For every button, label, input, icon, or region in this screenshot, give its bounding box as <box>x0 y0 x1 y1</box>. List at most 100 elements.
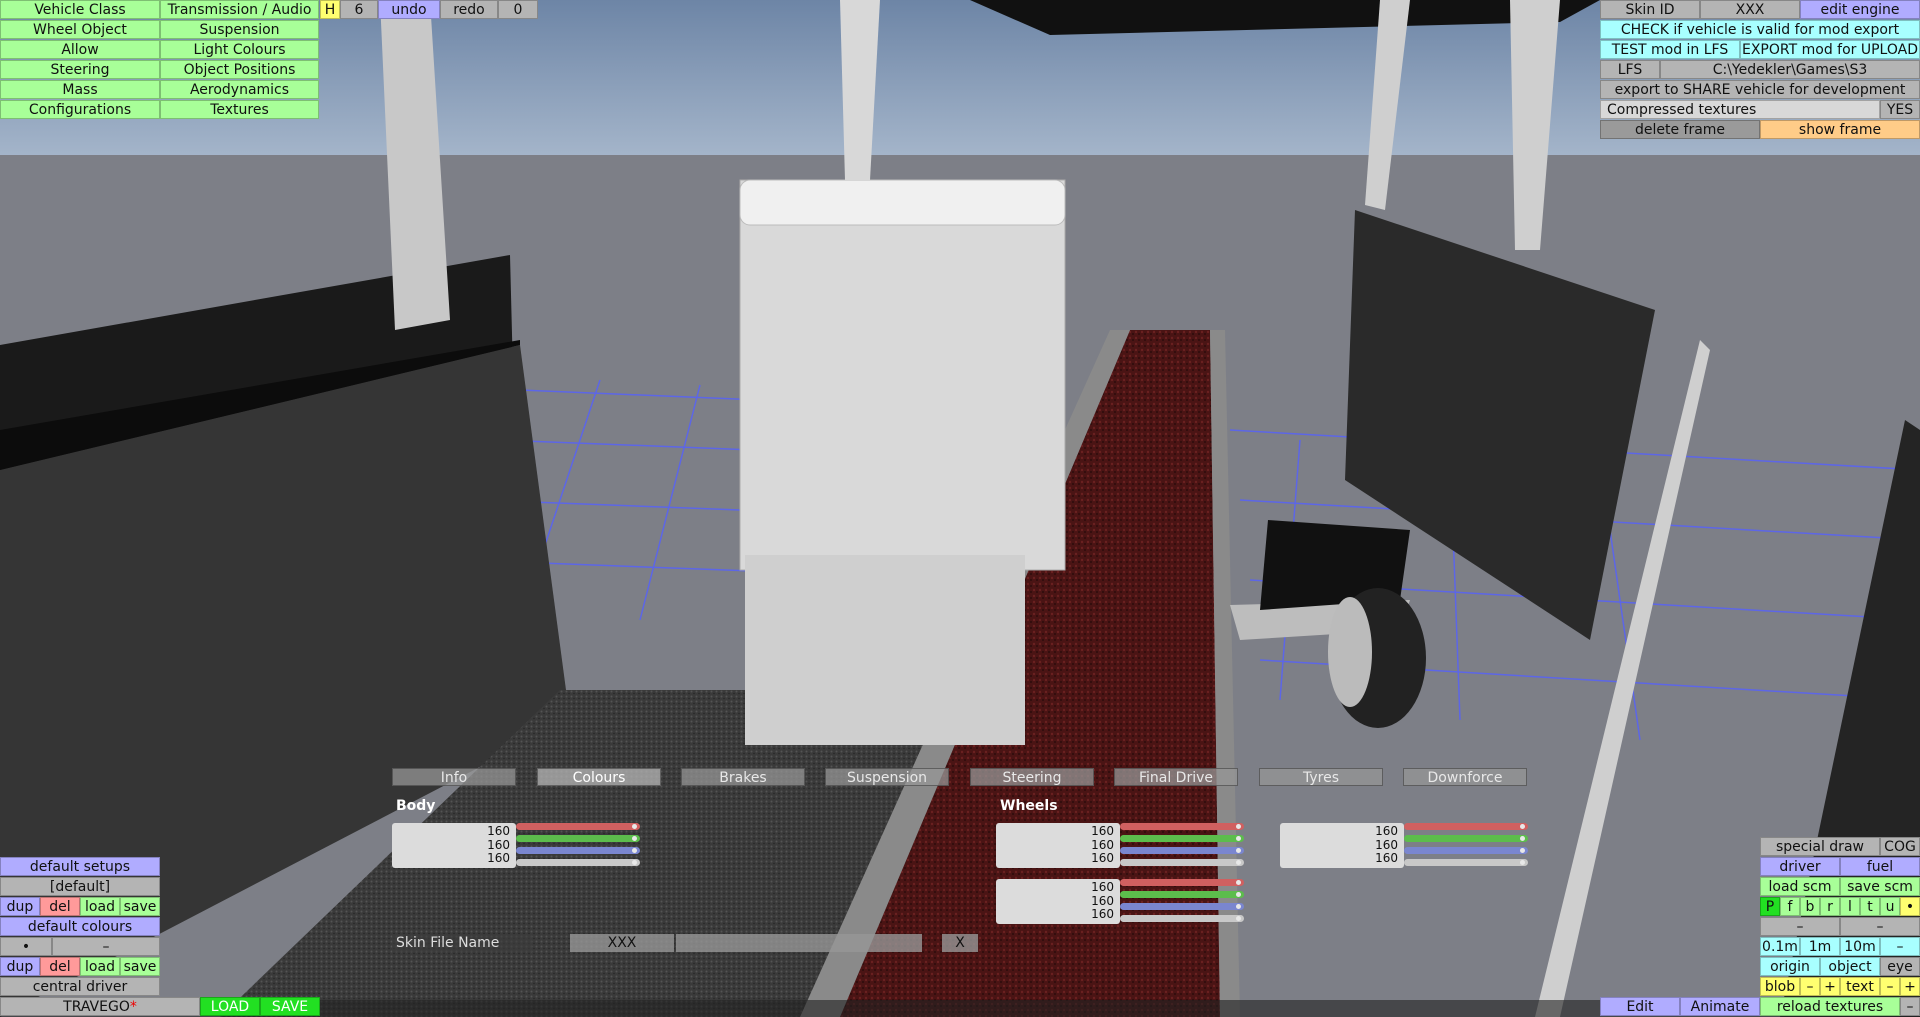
view-r-button[interactable]: r <box>1820 897 1840 916</box>
text-minus-button[interactable]: – <box>1880 977 1900 996</box>
wheels-blue-slider[interactable] <box>1120 847 1244 854</box>
text-button[interactable]: text <box>1840 977 1880 996</box>
skin-file-name-value[interactable]: XXX <box>570 934 674 952</box>
object-button[interactable]: object <box>1820 957 1880 976</box>
body-red-slider[interactable] <box>516 823 640 830</box>
redo-button[interactable]: redo <box>440 0 498 19</box>
minus-button-a[interactable]: – <box>1760 917 1840 936</box>
show-frame-button[interactable]: show frame <box>1760 120 1920 139</box>
vehicle-name-field[interactable]: TRAVEGO* <box>0 997 200 1016</box>
menu-aerodynamics[interactable]: Aerodynamics <box>160 80 319 99</box>
body-colour-values[interactable]: 160 160 160 <box>392 823 516 868</box>
wheels-green-slider[interactable] <box>1120 835 1244 842</box>
setup-del-button[interactable]: del <box>40 897 80 916</box>
slider-knob[interactable] <box>1236 848 1241 853</box>
menu-wheel-object[interactable]: Wheel Object <box>0 20 160 39</box>
skin-file-name-field[interactable] <box>676 934 922 952</box>
setup-dup-button[interactable]: dup <box>0 897 40 916</box>
tab-brakes[interactable]: Brakes <box>681 768 805 786</box>
wheels-colour-values[interactable]: 160 160 160 <box>996 823 1120 868</box>
wheels-secondary-green-slider[interactable] <box>1120 891 1244 898</box>
slider-knob[interactable] <box>1236 860 1241 865</box>
export-share-button[interactable]: export to SHARE vehicle for development <box>1600 80 1920 99</box>
undo-button[interactable]: undo <box>378 0 440 19</box>
view-b-button[interactable]: b <box>1800 897 1820 916</box>
tab-downforce[interactable]: Downforce <box>1403 768 1527 786</box>
tab-tyres[interactable]: Tyres <box>1259 768 1383 786</box>
eye-button[interactable]: eye <box>1880 957 1920 976</box>
colours-dash-button[interactable]: – <box>52 937 160 956</box>
wheels-secondary-colour-values[interactable]: 160 160 160 <box>996 879 1120 924</box>
animate-mode-button[interactable]: Animate <box>1680 997 1760 1016</box>
delete-frame-button[interactable]: delete frame <box>1600 120 1760 139</box>
view-u-button[interactable]: u <box>1880 897 1900 916</box>
tab-final-drive[interactable]: Final Drive <box>1114 768 1238 786</box>
menu-mass[interactable]: Mass <box>0 80 160 99</box>
central-driver-button[interactable]: central driver <box>0 977 160 996</box>
save-vehicle-button[interactable]: SAVE <box>260 997 320 1016</box>
wheels-secondary-red-slider[interactable] <box>1120 879 1244 886</box>
default-setups-button[interactable]: default setups <box>0 857 160 876</box>
view-dot-button[interactable]: • <box>1900 897 1920 916</box>
colours-save-button[interactable]: save <box>120 957 160 976</box>
skin-file-clear-button[interactable]: X <box>942 934 978 952</box>
colours-dup-button[interactable]: dup <box>0 957 40 976</box>
text-plus-button[interactable]: + <box>1900 977 1920 996</box>
driver-button[interactable]: driver <box>1760 857 1840 876</box>
reload-minus-button[interactable]: – <box>1900 997 1920 1016</box>
menu-steering[interactable]: Steering <box>0 60 160 79</box>
slider-knob[interactable] <box>1236 892 1241 897</box>
menu-light-colours[interactable]: Light Colours <box>160 40 319 59</box>
test-mod-button[interactable]: TEST mod in LFS <box>1600 40 1740 59</box>
step-0-1m-button[interactable]: 0.1m <box>1760 937 1800 956</box>
step-10m-button[interactable]: 10m <box>1840 937 1880 956</box>
skin-id-value[interactable]: XXX <box>1700 0 1800 19</box>
slider-knob[interactable] <box>1236 824 1241 829</box>
history-toggle[interactable]: H <box>320 0 340 19</box>
slider-knob[interactable] <box>632 860 637 865</box>
setup-selector[interactable]: [default] <box>0 877 160 896</box>
menu-allow[interactable]: Allow <box>0 40 160 59</box>
edit-mode-button[interactable]: Edit <box>1600 997 1680 1016</box>
load-scm-button[interactable]: load scm <box>1760 877 1840 896</box>
step-minus-button[interactable]: – <box>1880 937 1920 956</box>
load-vehicle-button[interactable]: LOAD <box>200 997 260 1016</box>
view-p-button[interactable]: P <box>1760 897 1780 916</box>
view-l-button[interactable]: l <box>1840 897 1860 916</box>
slider-knob[interactable] <box>1520 836 1525 841</box>
wheels-alpha-slider[interactable] <box>1120 859 1244 866</box>
wheels-red-slider[interactable] <box>1120 823 1244 830</box>
fuel-button[interactable]: fuel <box>1840 857 1920 876</box>
lfs-path-field[interactable]: C:\Yedekler\Games\S3 <box>1660 60 1920 79</box>
menu-textures[interactable]: Textures <box>160 100 319 119</box>
wheels-secondary-blue-slider[interactable] <box>1120 903 1244 910</box>
menu-transmission-audio[interactable]: Transmission / Audio <box>160 0 319 19</box>
edit-engine-button[interactable]: edit engine <box>1800 0 1920 19</box>
special-draw-button[interactable]: special draw <box>1760 837 1880 856</box>
wheels-secondary-alpha-slider[interactable] <box>1120 915 1244 922</box>
tab-steering[interactable]: Steering <box>970 768 1094 786</box>
compressed-textures-toggle[interactable]: YES <box>1880 100 1920 119</box>
origin-button[interactable]: origin <box>1760 957 1820 976</box>
colours-dot-button[interactable]: • <box>0 937 52 956</box>
blob-plus-button[interactable]: + <box>1820 977 1840 996</box>
extra-green-slider[interactable] <box>1404 835 1528 842</box>
view-t-button[interactable]: t <box>1860 897 1880 916</box>
menu-object-positions[interactable]: Object Positions <box>160 60 319 79</box>
slider-knob[interactable] <box>1236 904 1241 909</box>
menu-vehicle-class[interactable]: Vehicle Class <box>0 0 160 19</box>
export-upload-button[interactable]: EXPORT mod for UPLOAD <box>1740 40 1920 59</box>
slider-knob[interactable] <box>632 848 637 853</box>
menu-configurations[interactable]: Configurations <box>0 100 160 119</box>
3d-viewport[interactable] <box>0 0 1920 1017</box>
slider-knob[interactable] <box>1236 836 1241 841</box>
setup-save-button[interactable]: save <box>120 897 160 916</box>
slider-knob[interactable] <box>1520 824 1525 829</box>
view-f-button[interactable]: f <box>1780 897 1800 916</box>
tab-info[interactable]: Info <box>392 768 516 786</box>
tab-suspension[interactable]: Suspension <box>825 768 949 786</box>
extra-alpha-slider[interactable] <box>1404 859 1528 866</box>
slider-knob[interactable] <box>1520 848 1525 853</box>
cog-button[interactable]: COG <box>1880 837 1920 856</box>
slider-knob[interactable] <box>1236 880 1241 885</box>
